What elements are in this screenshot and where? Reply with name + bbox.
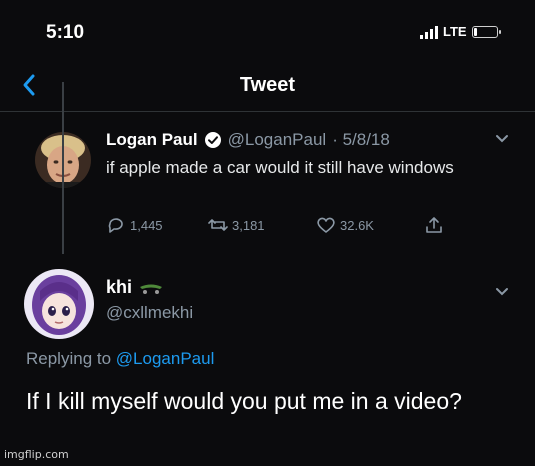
verified-icon [204,132,221,148]
reply-tweet[interactable]: khi @cxllmekhi Replying to @LoganPaul If… [0,257,535,466]
like-icon [317,217,335,233]
status-indicators: LTE [420,24,501,39]
avatar-image [24,269,94,339]
retweet-count: 3,181 [232,217,265,233]
caret-down-icon[interactable] [495,134,509,144]
watermark: imgflip.com [4,448,69,461]
replying-to: Replying to @LoganPaul [26,349,214,369]
replying-mention-link[interactable]: @LoganPaul [116,349,215,368]
author-handle[interactable]: @LoganPaul [228,130,327,150]
caret-down-icon[interactable] [495,287,509,297]
original-tweet[interactable]: Logan Paul @LoganPaul · 5/8/18 if apple … [0,112,535,257]
like-button[interactable]: 32.6K [316,216,374,234]
tweet-header: Logan Paul @LoganPaul · 5/8/18 [106,130,390,150]
reply-button[interactable]: 1,445 [106,216,163,234]
reply-header: khi [106,277,164,298]
thread-line [62,82,64,254]
author-name[interactable]: khi [106,277,132,298]
replying-prefix: Replying to [26,349,112,368]
page-title: Tweet [239,74,296,96]
skateboard-emoji-icon [140,284,163,294]
nav-header: Tweet [0,60,535,112]
status-time: 5:10 [46,22,85,43]
reply-text: If I kill myself would you put me in a v… [26,388,462,414]
share-icon [426,217,442,233]
author-handle[interactable]: @cxllmekhi [106,303,193,323]
signal-icon [420,25,438,39]
carrier-label: LTE [443,24,467,39]
battery-icon [471,25,501,38]
battery-level [473,27,477,36]
reply-icon [108,218,123,233]
retweet-icon [208,219,228,231]
tweet-screen: 5:10 LTE Tweet Logan Paul @LoganPaul · 5… [0,0,535,466]
action-bar: 1,445 3,181 32.6K [106,216,446,240]
tweet-text: if apple made a car would it still have … [106,158,454,177]
share-button[interactable] [424,216,444,234]
reply-count: 1,445 [130,217,163,233]
retweet-button[interactable]: 3,181 [208,216,265,234]
avatar[interactable] [24,269,94,339]
author-name[interactable]: Logan Paul [106,130,198,150]
like-count: 32.6K [340,217,374,233]
tweet-date: · 5/8/18 [332,130,390,149]
status-bar: 5:10 LTE [0,0,535,60]
